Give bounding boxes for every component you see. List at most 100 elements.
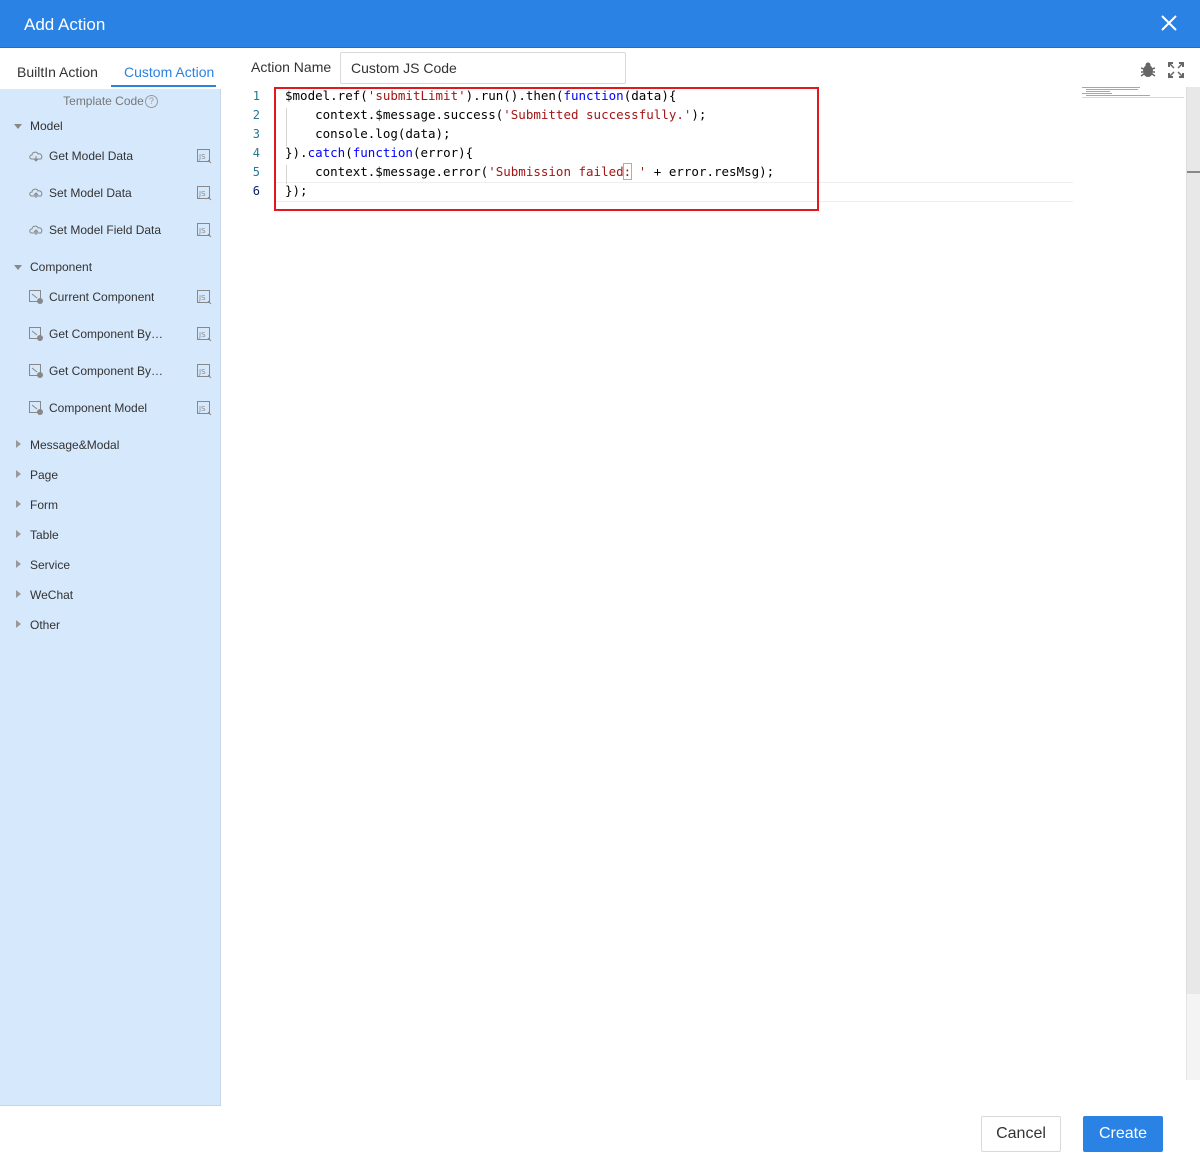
- caret-down-icon: [14, 265, 22, 270]
- svg-text:JS: JS: [198, 331, 206, 339]
- code-token: 'submitLimit': [367, 88, 466, 103]
- caret-right-icon: [16, 470, 21, 478]
- template-item-get-model-data[interactable]: Get Model Data JS: [0, 146, 221, 168]
- group-label: Form: [30, 498, 58, 512]
- tab-builtin-action[interactable]: BuiltIn Action: [17, 64, 98, 80]
- scrollbar-cursor-marker: [1187, 171, 1200, 173]
- code-token: 'Submission failed: [488, 164, 624, 179]
- group-message-modal[interactable]: Message&Modal: [0, 437, 221, 457]
- group-label: Service: [30, 558, 71, 572]
- code-token: function: [563, 88, 624, 103]
- group-other[interactable]: Other: [0, 617, 221, 637]
- code-line-3: console.log(data);: [285, 126, 451, 141]
- editor-scrollbar-track: [1186, 994, 1200, 1080]
- code-token: (data){: [623, 88, 677, 103]
- minimap-line: [1086, 91, 1110, 92]
- js-snippet-icon[interactable]: JS: [196, 326, 212, 342]
- component-icon: [29, 401, 43, 415]
- item-label: Set Model Data: [49, 186, 132, 200]
- group-label: Other: [30, 618, 61, 632]
- minimap-line: [1082, 87, 1140, 88]
- item-label: Get Model Data: [49, 149, 134, 163]
- template-code-heading: Template Code?: [0, 94, 221, 108]
- group-label: Page: [30, 468, 59, 482]
- group-page[interactable]: Page: [0, 467, 221, 487]
- caret-right-icon: [16, 560, 21, 568]
- code-token: });: [285, 183, 308, 198]
- code-token: (error){: [412, 145, 474, 160]
- code-line-4: }).catch(function(error){: [285, 145, 473, 160]
- template-item-get-component-by-2[interactable]: Get Component By… JS: [0, 361, 221, 383]
- code-line-1: $model.ref('submitLimit').run().then(fun…: [285, 88, 676, 103]
- js-snippet-icon[interactable]: JS: [196, 222, 212, 238]
- code-token: $model.ref(: [285, 88, 368, 103]
- code-token: (: [345, 145, 353, 160]
- line-number: 5: [252, 165, 260, 179]
- code-token: );: [691, 107, 707, 122]
- line-number: 1: [252, 89, 260, 103]
- component-icon: [29, 364, 43, 378]
- js-snippet-icon[interactable]: JS: [196, 148, 212, 164]
- minimap-line: [1086, 89, 1138, 90]
- item-label: Get Component By…: [49, 327, 164, 341]
- caret-right-icon: [16, 500, 21, 508]
- action-tabs: BuiltIn Action Custom Action: [0, 48, 221, 89]
- js-snippet-icon[interactable]: JS: [196, 289, 212, 305]
- minimap-line: [1082, 93, 1112, 94]
- svg-text:JS: JS: [198, 368, 206, 376]
- group-table[interactable]: Table: [0, 527, 221, 547]
- svg-text:JS: JS: [198, 227, 206, 235]
- template-item-component-model[interactable]: Component Model JS: [0, 398, 221, 420]
- action-name-label: Action Name: [251, 59, 332, 75]
- close-icon[interactable]: [1158, 12, 1180, 34]
- template-item-set-model-data[interactable]: Set Model Data JS: [0, 183, 221, 205]
- js-snippet-icon[interactable]: JS: [196, 185, 212, 201]
- dialog-titlebar: Add Action: [0, 0, 1200, 48]
- line-number: 2: [252, 108, 260, 122]
- template-item-current-component[interactable]: Current Component JS: [0, 287, 221, 309]
- caret-right-icon: [16, 440, 21, 448]
- template-code-label: Template Code: [63, 94, 144, 108]
- group-label: Component: [30, 260, 93, 274]
- js-snippet-icon[interactable]: JS: [196, 400, 212, 416]
- group-label: Table: [30, 528, 59, 542]
- template-sidebar: BuiltIn Action Custom Action Template Co…: [0, 48, 221, 1106]
- fullscreen-icon[interactable]: [1167, 61, 1185, 79]
- group-wechat[interactable]: WeChat: [0, 587, 221, 607]
- code-token: function: [352, 145, 413, 160]
- cloud-upload-icon: [29, 188, 43, 198]
- item-label: Current Component: [49, 290, 155, 304]
- editor-scrollbar[interactable]: [1186, 87, 1200, 994]
- help-icon[interactable]: ?: [144, 95, 158, 108]
- code-token: context.$message.success(: [285, 107, 504, 122]
- item-label: Component Model: [49, 401, 148, 415]
- active-tab-indicator: [111, 85, 216, 87]
- group-service[interactable]: Service: [0, 557, 221, 577]
- group-label: Message&Modal: [30, 438, 120, 452]
- caret-right-icon: [16, 530, 21, 538]
- template-item-set-model-field-data[interactable]: Set Model Field Data JS: [0, 220, 221, 242]
- cloud-upload-icon: [29, 225, 43, 235]
- code-editor[interactable]: 1 2 3 4 5 6 $model.ref('submitLimit').ru…: [240, 86, 1186, 1086]
- cancel-button[interactable]: Cancel: [981, 1116, 1061, 1152]
- cloud-download-icon: [29, 151, 43, 162]
- code-token: context.$message.error(: [285, 164, 489, 179]
- group-label: Model: [30, 119, 63, 133]
- code-minimap[interactable]: [1082, 86, 1184, 98]
- group-component[interactable]: Component: [0, 259, 221, 279]
- dialog-title: Add Action: [24, 15, 106, 34]
- create-button[interactable]: Create: [1083, 1116, 1163, 1152]
- tab-custom-action[interactable]: Custom Action: [124, 64, 214, 80]
- code-token: console.log(data);: [285, 126, 451, 141]
- group-form[interactable]: Form: [0, 497, 221, 517]
- code-token: 'Submitted successfully.': [503, 107, 692, 122]
- bug-icon[interactable]: [1139, 61, 1157, 79]
- item-label: Get Component By…: [49, 364, 164, 378]
- minimap-line: [1082, 97, 1184, 98]
- action-name-input[interactable]: [340, 52, 626, 84]
- js-snippet-icon[interactable]: JS: [196, 363, 212, 379]
- group-model[interactable]: Model: [0, 118, 221, 138]
- template-item-get-component-by-1[interactable]: Get Component By… JS: [0, 324, 221, 346]
- caret-right-icon: [16, 590, 21, 598]
- code-token: ': [631, 164, 647, 179]
